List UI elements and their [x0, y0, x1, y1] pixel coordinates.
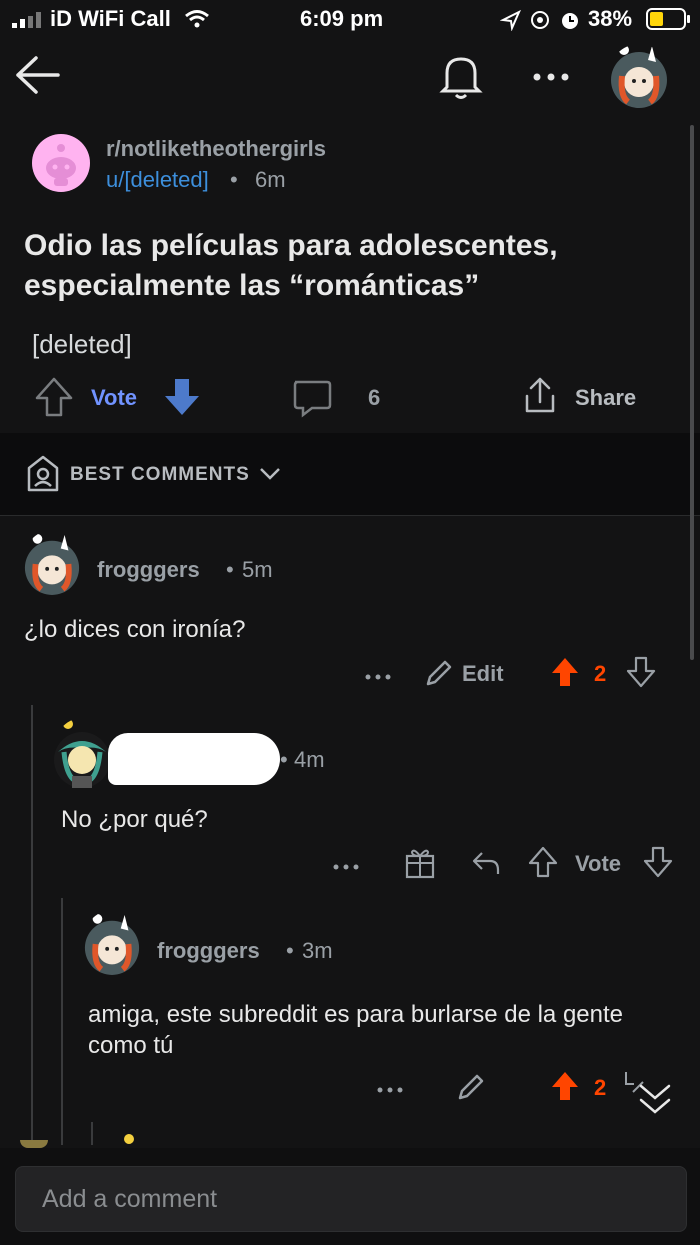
carrier-label: iD WiFi Call: [50, 6, 171, 31]
thread-line[interactable]: [91, 1122, 93, 1145]
upvote-icon[interactable]: [550, 1070, 580, 1102]
shield-icon: [24, 454, 62, 494]
wifi-icon: [185, 10, 209, 28]
edit-label[interactable]: Edit: [462, 661, 504, 687]
avatar: [84, 914, 140, 975]
gift-icon[interactable]: [404, 846, 436, 880]
separator-dot: •: [226, 557, 234, 582]
commenter-avatar[interactable]: [22, 530, 82, 600]
share-icon: [525, 377, 555, 413]
battery-percent: 38%: [588, 6, 633, 31]
battery-icon: [646, 8, 690, 30]
more-icon: [533, 73, 569, 81]
comment-username[interactable]: frogggers: [157, 938, 260, 964]
separator-dot: •: [286, 938, 294, 963]
downvote-icon[interactable]: [626, 656, 656, 688]
commenter-avatar[interactable]: [82, 910, 142, 980]
comment-count: 6: [368, 385, 381, 410]
more-icon[interactable]: [376, 1083, 406, 1093]
avatar: [54, 719, 110, 788]
comment-age: 5m: [242, 557, 273, 582]
user-avatar[interactable]: [608, 44, 670, 110]
redaction: [108, 733, 280, 785]
back-button[interactable]: [12, 52, 62, 98]
scrollbar[interactable]: [690, 125, 694, 660]
post-author[interactable]: u/[deleted]: [106, 167, 209, 193]
add-comment-placeholder: Add a comment: [42, 1185, 218, 1213]
subreddit-avatar[interactable]: [32, 134, 90, 192]
comment-icon: [293, 380, 332, 418]
reply-icon[interactable]: [470, 848, 502, 878]
share-button[interactable]: [520, 376, 560, 416]
signal-icon: [12, 12, 41, 28]
back-icon: [16, 56, 60, 94]
comment-text: No ¿por qué?: [61, 806, 208, 833]
clock: 6:09 pm: [300, 6, 384, 31]
post-age: 6m: [255, 167, 286, 192]
comment-text: amiga, este subreddit es para burlarse d…: [88, 1001, 623, 1059]
vote-label: Vote: [575, 851, 622, 876]
comment-score: 2: [594, 1075, 607, 1100]
double-chevron-down-icon: [639, 1084, 671, 1114]
jump-next-button[interactable]: [636, 1080, 674, 1118]
vote-label: Vote: [91, 385, 138, 410]
comment-age: 3m: [302, 938, 333, 963]
upvote-icon[interactable]: [528, 846, 558, 878]
thread-line[interactable]: [61, 898, 63, 1145]
more-icon[interactable]: [364, 670, 394, 680]
comment-username[interactable]: frogggers: [97, 557, 200, 583]
divider: [0, 515, 700, 516]
sort-label[interactable]: BEST COMMENTS: [70, 464, 250, 486]
downvote-button[interactable]: [162, 376, 202, 418]
pencil-icon[interactable]: [456, 1072, 486, 1102]
upvote-button[interactable]: [34, 376, 74, 418]
avatar: [24, 534, 80, 595]
subreddit-name[interactable]: r/notliketheothergirls: [106, 136, 326, 162]
downvote-icon[interactable]: [643, 846, 673, 878]
separator-dot: •: [230, 167, 238, 192]
upvote-icon[interactable]: [550, 656, 580, 688]
commenter-avatar[interactable]: [52, 718, 112, 790]
snoo-icon: [46, 144, 76, 186]
post-body: [deleted]: [32, 329, 132, 359]
downvote-icon: [165, 379, 199, 415]
comment-text: ¿lo dices con ironía?: [24, 616, 246, 643]
comment-age: 4m: [294, 747, 325, 772]
pencil-icon[interactable]: [424, 658, 454, 688]
status-bar: iD WiFi Call 6:09 pm 38%: [0, 0, 700, 40]
comment-score: 2: [594, 661, 607, 686]
chevron-down-icon[interactable]: [259, 466, 281, 482]
upvote-icon: [35, 377, 73, 417]
avatar: [124, 1134, 134, 1144]
more-button[interactable]: [528, 62, 574, 92]
separator-dot: •: [280, 747, 288, 772]
avatar: [611, 45, 667, 108]
avatar: [20, 1140, 48, 1148]
comments-button[interactable]: [290, 378, 334, 418]
add-comment-field[interactable]: Add a comment: [15, 1166, 687, 1232]
share-label[interactable]: Share: [575, 385, 636, 411]
bell-icon: [439, 57, 483, 99]
thread-line[interactable]: [31, 705, 33, 1145]
status-icons: [500, 9, 578, 31]
notifications-button[interactable]: [436, 52, 486, 102]
post-title: Odio las películas para adolescentes, es…: [24, 229, 558, 302]
more-icon[interactable]: [332, 860, 362, 870]
